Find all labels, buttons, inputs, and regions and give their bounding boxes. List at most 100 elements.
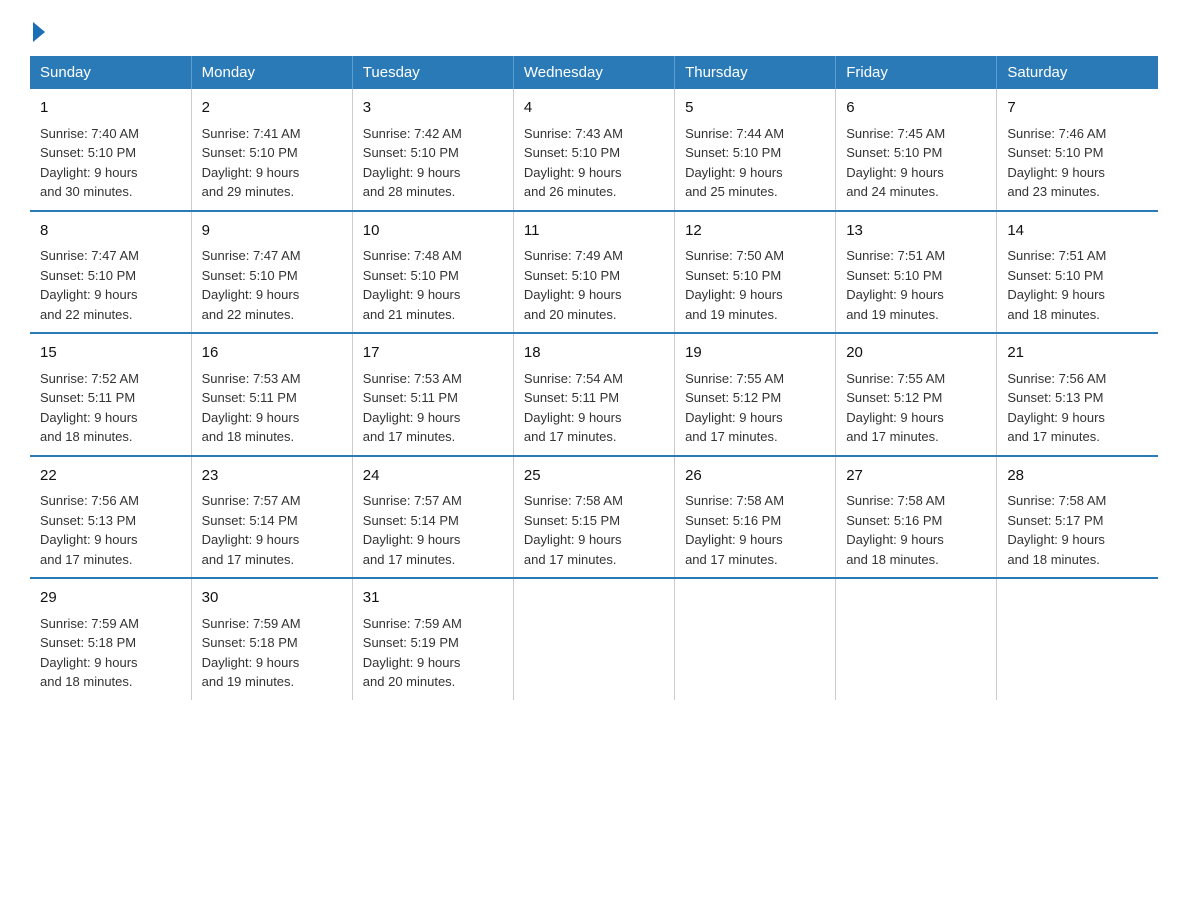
day-number: 14: [1007, 220, 1148, 243]
day-info: Sunrise: 7:59 AMSunset: 5:19 PMDaylight:…: [363, 614, 503, 692]
calendar-cell: 19 Sunrise: 7:55 AMSunset: 5:12 PMDaylig…: [675, 333, 836, 456]
day-info: Sunrise: 7:51 AMSunset: 5:10 PMDaylight:…: [846, 246, 986, 324]
calendar-cell: 12 Sunrise: 7:50 AMSunset: 5:10 PMDaylig…: [675, 211, 836, 334]
day-number: 3: [363, 97, 503, 120]
weekday-header-monday: Monday: [191, 56, 352, 89]
calendar-cell: 31 Sunrise: 7:59 AMSunset: 5:19 PMDaylig…: [352, 578, 513, 700]
calendar-week-row: 22 Sunrise: 7:56 AMSunset: 5:13 PMDaylig…: [30, 456, 1158, 579]
calendar-cell: 8 Sunrise: 7:47 AMSunset: 5:10 PMDayligh…: [30, 211, 191, 334]
day-number: 7: [1007, 97, 1148, 120]
calendar-cell: 28 Sunrise: 7:58 AMSunset: 5:17 PMDaylig…: [997, 456, 1158, 579]
calendar-cell: 2 Sunrise: 7:41 AMSunset: 5:10 PMDayligh…: [191, 89, 352, 211]
day-info: Sunrise: 7:53 AMSunset: 5:11 PMDaylight:…: [363, 369, 503, 447]
weekday-header-sunday: Sunday: [30, 56, 191, 89]
calendar-cell: 25 Sunrise: 7:58 AMSunset: 5:15 PMDaylig…: [513, 456, 674, 579]
day-number: 24: [363, 465, 503, 488]
calendar-week-row: 29 Sunrise: 7:59 AMSunset: 5:18 PMDaylig…: [30, 578, 1158, 700]
day-info: Sunrise: 7:54 AMSunset: 5:11 PMDaylight:…: [524, 369, 664, 447]
calendar-cell: 10 Sunrise: 7:48 AMSunset: 5:10 PMDaylig…: [352, 211, 513, 334]
calendar-cell: 16 Sunrise: 7:53 AMSunset: 5:11 PMDaylig…: [191, 333, 352, 456]
calendar-header: SundayMondayTuesdayWednesdayThursdayFrid…: [30, 56, 1158, 89]
day-number: 4: [524, 97, 664, 120]
day-info: Sunrise: 7:44 AMSunset: 5:10 PMDaylight:…: [685, 124, 825, 202]
day-number: 25: [524, 465, 664, 488]
day-number: 26: [685, 465, 825, 488]
weekday-header-wednesday: Wednesday: [513, 56, 674, 89]
day-number: 13: [846, 220, 986, 243]
day-info: Sunrise: 7:50 AMSunset: 5:10 PMDaylight:…: [685, 246, 825, 324]
weekday-header-row: SundayMondayTuesdayWednesdayThursdayFrid…: [30, 56, 1158, 89]
page-header: [30, 20, 1158, 38]
calendar-body: 1 Sunrise: 7:40 AMSunset: 5:10 PMDayligh…: [30, 89, 1158, 700]
calendar-cell: 3 Sunrise: 7:42 AMSunset: 5:10 PMDayligh…: [352, 89, 513, 211]
calendar-cell: 23 Sunrise: 7:57 AMSunset: 5:14 PMDaylig…: [191, 456, 352, 579]
day-number: 2: [202, 97, 342, 120]
calendar-cell: 22 Sunrise: 7:56 AMSunset: 5:13 PMDaylig…: [30, 456, 191, 579]
day-number: 6: [846, 97, 986, 120]
calendar-cell: 4 Sunrise: 7:43 AMSunset: 5:10 PMDayligh…: [513, 89, 674, 211]
calendar-table: SundayMondayTuesdayWednesdayThursdayFrid…: [30, 56, 1158, 700]
day-info: Sunrise: 7:52 AMSunset: 5:11 PMDaylight:…: [40, 369, 181, 447]
day-number: 21: [1007, 342, 1148, 365]
day-number: 18: [524, 342, 664, 365]
day-info: Sunrise: 7:58 AMSunset: 5:15 PMDaylight:…: [524, 491, 664, 569]
day-number: 28: [1007, 465, 1148, 488]
calendar-cell: 5 Sunrise: 7:44 AMSunset: 5:10 PMDayligh…: [675, 89, 836, 211]
calendar-cell: 1 Sunrise: 7:40 AMSunset: 5:10 PMDayligh…: [30, 89, 191, 211]
calendar-cell: 26 Sunrise: 7:58 AMSunset: 5:16 PMDaylig…: [675, 456, 836, 579]
day-info: Sunrise: 7:46 AMSunset: 5:10 PMDaylight:…: [1007, 124, 1148, 202]
logo: [30, 20, 45, 38]
weekday-header-tuesday: Tuesday: [352, 56, 513, 89]
calendar-cell: 14 Sunrise: 7:51 AMSunset: 5:10 PMDaylig…: [997, 211, 1158, 334]
calendar-cell: [836, 578, 997, 700]
day-info: Sunrise: 7:58 AMSunset: 5:16 PMDaylight:…: [846, 491, 986, 569]
day-number: 30: [202, 587, 342, 610]
day-info: Sunrise: 7:40 AMSunset: 5:10 PMDaylight:…: [40, 124, 181, 202]
calendar-cell: [675, 578, 836, 700]
day-info: Sunrise: 7:58 AMSunset: 5:16 PMDaylight:…: [685, 491, 825, 569]
day-info: Sunrise: 7:41 AMSunset: 5:10 PMDaylight:…: [202, 124, 342, 202]
calendar-cell: [997, 578, 1158, 700]
calendar-cell: [513, 578, 674, 700]
day-number: 10: [363, 220, 503, 243]
day-number: 19: [685, 342, 825, 365]
day-number: 31: [363, 587, 503, 610]
day-number: 11: [524, 220, 664, 243]
logo-arrow-icon: [33, 22, 45, 42]
day-number: 17: [363, 342, 503, 365]
calendar-cell: 30 Sunrise: 7:59 AMSunset: 5:18 PMDaylig…: [191, 578, 352, 700]
day-info: Sunrise: 7:43 AMSunset: 5:10 PMDaylight:…: [524, 124, 664, 202]
day-info: Sunrise: 7:59 AMSunset: 5:18 PMDaylight:…: [40, 614, 181, 692]
day-info: Sunrise: 7:45 AMSunset: 5:10 PMDaylight:…: [846, 124, 986, 202]
day-info: Sunrise: 7:55 AMSunset: 5:12 PMDaylight:…: [846, 369, 986, 447]
day-number: 5: [685, 97, 825, 120]
day-info: Sunrise: 7:56 AMSunset: 5:13 PMDaylight:…: [40, 491, 181, 569]
day-info: Sunrise: 7:55 AMSunset: 5:12 PMDaylight:…: [685, 369, 825, 447]
calendar-week-row: 8 Sunrise: 7:47 AMSunset: 5:10 PMDayligh…: [30, 211, 1158, 334]
weekday-header-thursday: Thursday: [675, 56, 836, 89]
day-info: Sunrise: 7:56 AMSunset: 5:13 PMDaylight:…: [1007, 369, 1148, 447]
day-info: Sunrise: 7:57 AMSunset: 5:14 PMDaylight:…: [202, 491, 342, 569]
day-info: Sunrise: 7:53 AMSunset: 5:11 PMDaylight:…: [202, 369, 342, 447]
calendar-cell: 27 Sunrise: 7:58 AMSunset: 5:16 PMDaylig…: [836, 456, 997, 579]
day-info: Sunrise: 7:49 AMSunset: 5:10 PMDaylight:…: [524, 246, 664, 324]
calendar-cell: 17 Sunrise: 7:53 AMSunset: 5:11 PMDaylig…: [352, 333, 513, 456]
day-info: Sunrise: 7:59 AMSunset: 5:18 PMDaylight:…: [202, 614, 342, 692]
calendar-week-row: 15 Sunrise: 7:52 AMSunset: 5:11 PMDaylig…: [30, 333, 1158, 456]
day-info: Sunrise: 7:51 AMSunset: 5:10 PMDaylight:…: [1007, 246, 1148, 324]
day-number: 8: [40, 220, 181, 243]
day-number: 12: [685, 220, 825, 243]
calendar-cell: 29 Sunrise: 7:59 AMSunset: 5:18 PMDaylig…: [30, 578, 191, 700]
day-info: Sunrise: 7:58 AMSunset: 5:17 PMDaylight:…: [1007, 491, 1148, 569]
calendar-cell: 15 Sunrise: 7:52 AMSunset: 5:11 PMDaylig…: [30, 333, 191, 456]
day-number: 27: [846, 465, 986, 488]
day-info: Sunrise: 7:48 AMSunset: 5:10 PMDaylight:…: [363, 246, 503, 324]
calendar-cell: 7 Sunrise: 7:46 AMSunset: 5:10 PMDayligh…: [997, 89, 1158, 211]
day-number: 23: [202, 465, 342, 488]
day-number: 29: [40, 587, 181, 610]
day-number: 16: [202, 342, 342, 365]
calendar-cell: 24 Sunrise: 7:57 AMSunset: 5:14 PMDaylig…: [352, 456, 513, 579]
weekday-header-saturday: Saturday: [997, 56, 1158, 89]
day-info: Sunrise: 7:47 AMSunset: 5:10 PMDaylight:…: [40, 246, 181, 324]
calendar-cell: 11 Sunrise: 7:49 AMSunset: 5:10 PMDaylig…: [513, 211, 674, 334]
